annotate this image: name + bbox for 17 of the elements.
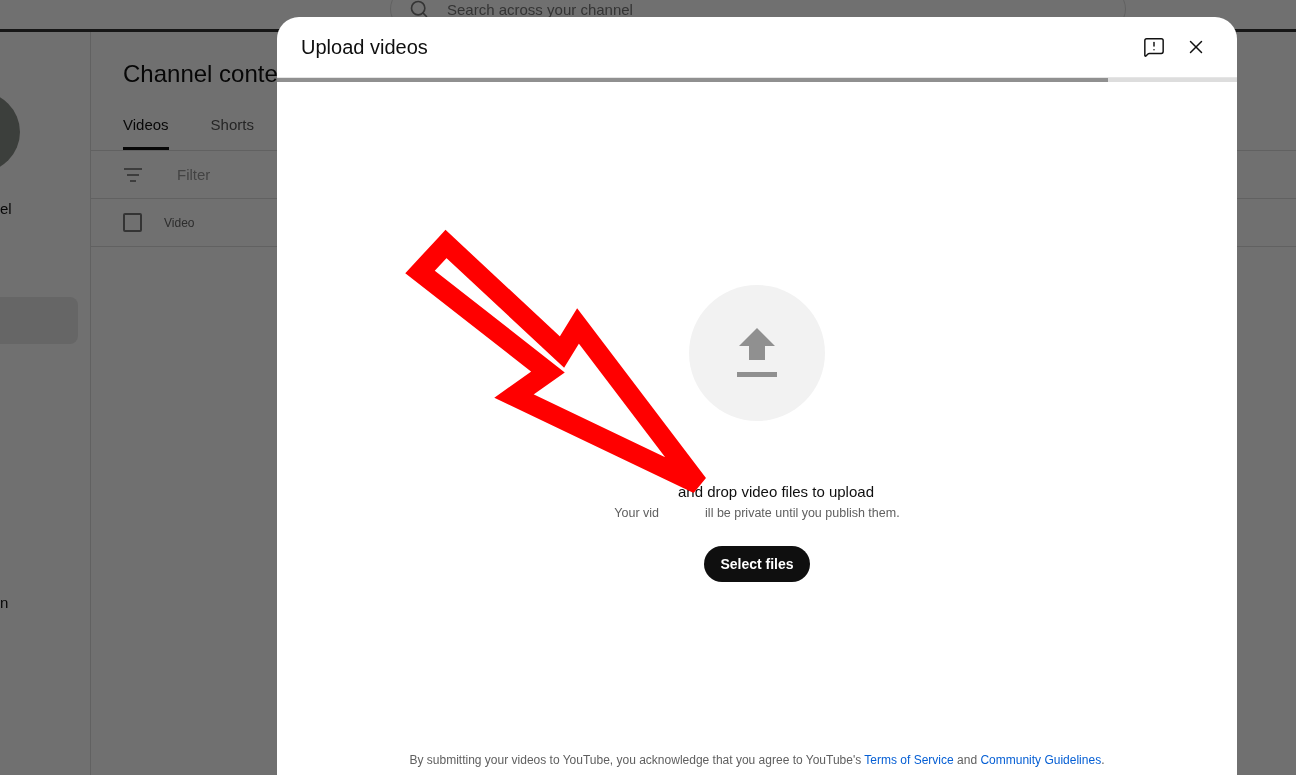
- search-icon: [409, 0, 429, 19]
- upload-icon: [735, 326, 779, 380]
- column-header: Video: [164, 215, 195, 230]
- channel-name: el: [0, 200, 13, 217]
- privacy-note: ill be private until you publish them.: [705, 506, 900, 520]
- select-all-checkbox[interactable]: [123, 213, 142, 232]
- nav-item-label[interactable]: n: [0, 594, 90, 611]
- terms-notice: By submitting your videos to YouTube, you acknowledge that you agree to YouTube's Terms of Service and Community Guidelines.: [408, 753, 1106, 767]
- filter-icon[interactable]: [123, 166, 143, 183]
- tab[interactable]: Videos: [123, 110, 169, 150]
- tab[interactable]: Shorts: [210, 110, 254, 150]
- privacy-note: Your vid: [614, 506, 660, 520]
- search-placeholder: Search across your channel: [447, 0, 633, 18]
- select-files-button[interactable]: Select files: [704, 546, 810, 582]
- dialog-title: Upload videos: [301, 35, 429, 59]
- page-title: Channel conte: [123, 60, 279, 88]
- footer-link[interactable]: Terms of Service: [864, 753, 954, 767]
